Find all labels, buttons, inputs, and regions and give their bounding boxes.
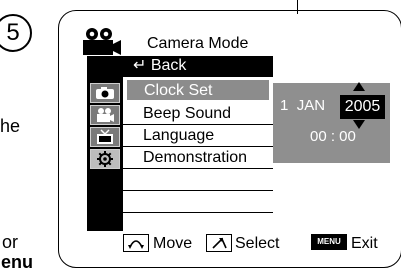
move-label: Move	[153, 235, 193, 252]
camera-icon	[96, 87, 114, 99]
mode-icon-column	[87, 77, 123, 231]
clock-day-month[interactable]: 1 JAN	[280, 97, 325, 114]
gear-icon	[97, 151, 113, 167]
move-arrow-icon	[128, 240, 144, 249]
move-button[interactable]	[123, 234, 149, 252]
step-number-badge: 5	[0, 14, 32, 52]
setup-tab[interactable]	[90, 149, 120, 169]
select-arrow-icon	[212, 237, 227, 249]
menu-item-language[interactable]: Language	[123, 125, 273, 147]
clock-month: JAN	[296, 97, 326, 114]
select-button[interactable]	[206, 234, 232, 252]
text-fragment-or: or	[2, 232, 19, 252]
increase-arrow-icon[interactable]	[353, 82, 365, 91]
menu-item-beep-sound[interactable]: Beep Sound	[123, 103, 273, 125]
clock-day: 1	[280, 97, 289, 114]
tv-icon	[97, 129, 113, 144]
menu-item-clock-set[interactable]: Clock Set	[126, 79, 270, 101]
menu-item-empty-2	[123, 191, 273, 213]
camera-mode-tab[interactable]	[90, 83, 120, 103]
back-button[interactable]: ↵ Back	[123, 55, 273, 77]
clock-year[interactable]: 2005	[340, 95, 385, 119]
movie-camera-icon	[97, 108, 114, 122]
tv-tab[interactable]	[90, 127, 120, 147]
menu-item-demonstration[interactable]: Demonstration	[123, 147, 273, 169]
exit-label: Exit	[351, 235, 378, 252]
text-fragment-menu: lenu	[0, 252, 34, 272]
menu-list: Clock Set Beep Sound Language Demonstrat…	[123, 77, 273, 231]
menu-title: Camera Mode	[147, 35, 249, 52]
text-fragment-he: he	[0, 116, 21, 136]
menu-item-empty-1	[123, 169, 273, 191]
clock-time[interactable]: 00 : 00	[310, 128, 356, 145]
movie-camera-tab[interactable]	[90, 105, 120, 125]
select-label: Select	[235, 235, 280, 252]
camera-mode-icon	[83, 28, 121, 55]
menu-key-button[interactable]: MENU	[311, 234, 347, 250]
